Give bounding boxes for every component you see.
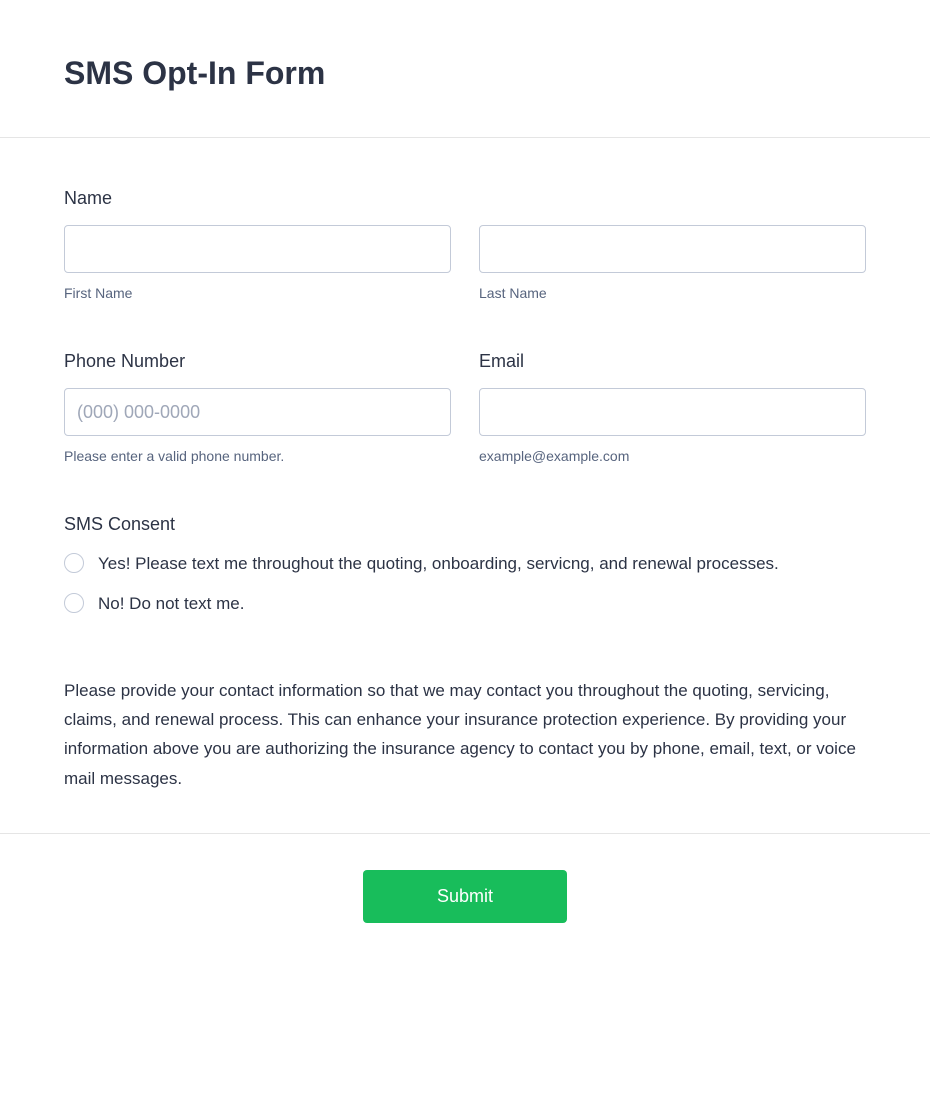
consent-section: SMS Consent Yes! Please text me througho… <box>64 514 866 616</box>
email-label: Email <box>479 351 866 372</box>
first-name-sublabel: First Name <box>64 285 451 301</box>
consent-option-no[interactable]: No! Do not text me. <box>64 591 866 617</box>
last-name-sublabel: Last Name <box>479 285 866 301</box>
name-row: First Name Last Name <box>64 225 866 301</box>
form-footer: Submit <box>0 833 930 959</box>
consent-no-label: No! Do not text me. <box>98 591 244 617</box>
last-name-col: Last Name <box>479 225 866 301</box>
consent-yes-label: Yes! Please text me throughout the quoti… <box>98 551 779 577</box>
phone-sublabel: Please enter a valid phone number. <box>64 448 451 464</box>
phone-input[interactable] <box>64 388 451 436</box>
email-sublabel: example@example.com <box>479 448 866 464</box>
disclosure-text: Please provide your contact information … <box>64 676 866 793</box>
email-input[interactable] <box>479 388 866 436</box>
consent-option-yes[interactable]: Yes! Please text me throughout the quoti… <box>64 551 866 577</box>
radio-icon <box>64 593 84 613</box>
name-label: Name <box>64 188 866 209</box>
submit-button[interactable]: Submit <box>363 870 567 923</box>
contact-row: Phone Number Please enter a valid phone … <box>64 351 866 464</box>
phone-label: Phone Number <box>64 351 451 372</box>
radio-icon <box>64 553 84 573</box>
page-title: SMS Opt-In Form <box>0 0 930 137</box>
form-body: Name First Name Last Name Phone Number P… <box>0 138 930 833</box>
consent-label: SMS Consent <box>64 514 866 535</box>
email-col: Email example@example.com <box>479 351 866 464</box>
first-name-input[interactable] <box>64 225 451 273</box>
phone-col: Phone Number Please enter a valid phone … <box>64 351 451 464</box>
last-name-input[interactable] <box>479 225 866 273</box>
first-name-col: First Name <box>64 225 451 301</box>
